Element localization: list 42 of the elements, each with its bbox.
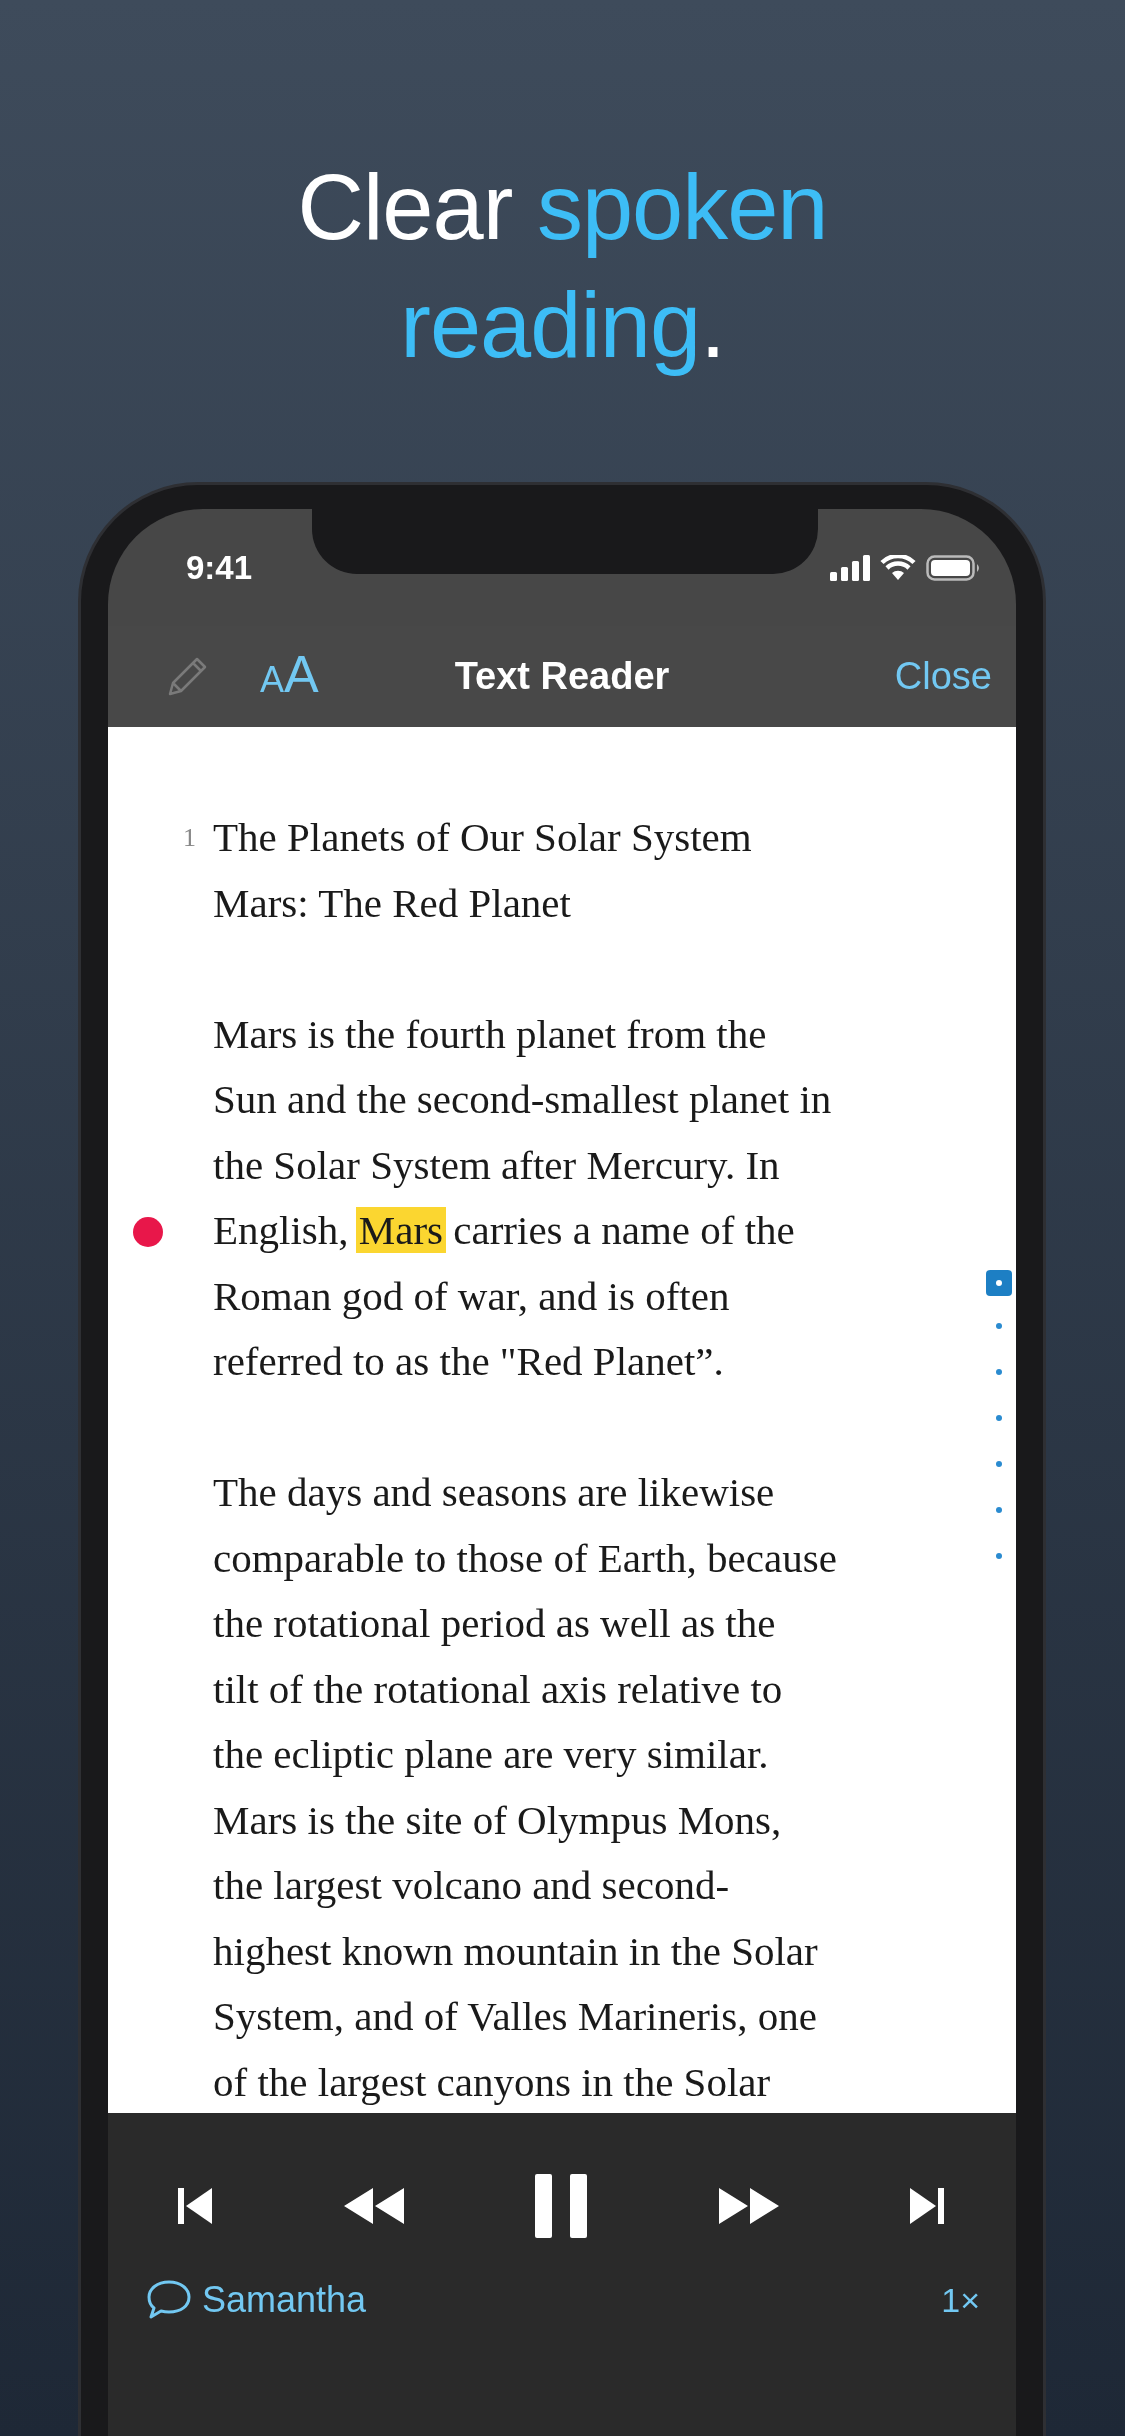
page-marker[interactable] [996,1461,1002,1467]
text-line: comparable to those of Earth, because [213,1533,837,1583]
page-marker[interactable] [996,1415,1002,1421]
page-marker[interactable] [996,1323,1002,1329]
text-line: tilt of the rotational axis relative to [213,1664,783,1714]
fast-forward-icon[interactable] [717,2187,780,2225]
signal-icon [830,554,870,581]
line-number: 1 [183,822,196,854]
page-marker[interactable] [996,1369,1002,1375]
skip-forward-icon[interactable] [908,2186,944,2226]
page-marker[interactable] [996,1507,1002,1513]
text-line: the Solar System after Mercury. In [213,1140,780,1190]
text-line: Mars is the fourth planet from the [213,1009,767,1059]
text-line: System, and of Valles Marineris, one [213,1992,817,2041]
text-line: Mars is the site of Olympus Mons, [213,1795,782,1845]
text-line: the largest volcano and second- [213,1861,730,1910]
page-marker[interactable] [996,1553,1002,1559]
voice-button[interactable]: Samantha [202,2279,942,2321]
headline: Clear spoken reading. [296,155,829,378]
battery-icon [926,554,982,581]
text-line: Sun and the second-smallest planet in [213,1075,832,1124]
text-line: Mars: The Red Planet [213,878,571,928]
page-marker[interactable] [986,1270,1012,1296]
pause-icon[interactable] [533,2174,589,2238]
close-button[interactable]: Close [894,655,992,698]
screen-title: Text Reader [454,655,670,697]
wifi-icon [880,554,916,581]
text-line: the ecliptic plane are very similar. [213,1730,769,1779]
text-line: Roman god of war, and is often [213,1271,730,1321]
text-line: The Planets of Our Solar System [213,813,752,862]
speech-bubble-icon[interactable] [146,2279,192,2321]
text-line: referred to as the "Red Planet”. [213,1337,724,1386]
speed-button[interactable]: 1× [941,2280,980,2320]
text-line: The days and seasons are likewise [213,1468,775,1517]
text-line: highest known mountain in the Solar [213,1926,818,1976]
skip-back-icon[interactable] [178,2186,214,2226]
status-time: 9:41 [186,548,254,587]
rewind-icon[interactable] [342,2187,405,2225]
font-size-button[interactable]: AA [260,643,319,710]
text-line: English, Mars carries a name of the [213,1206,795,1255]
text-line: of the largest canyons in the Solar [213,2057,771,2107]
text-line: the rotational period as well as the [213,1599,776,1648]
